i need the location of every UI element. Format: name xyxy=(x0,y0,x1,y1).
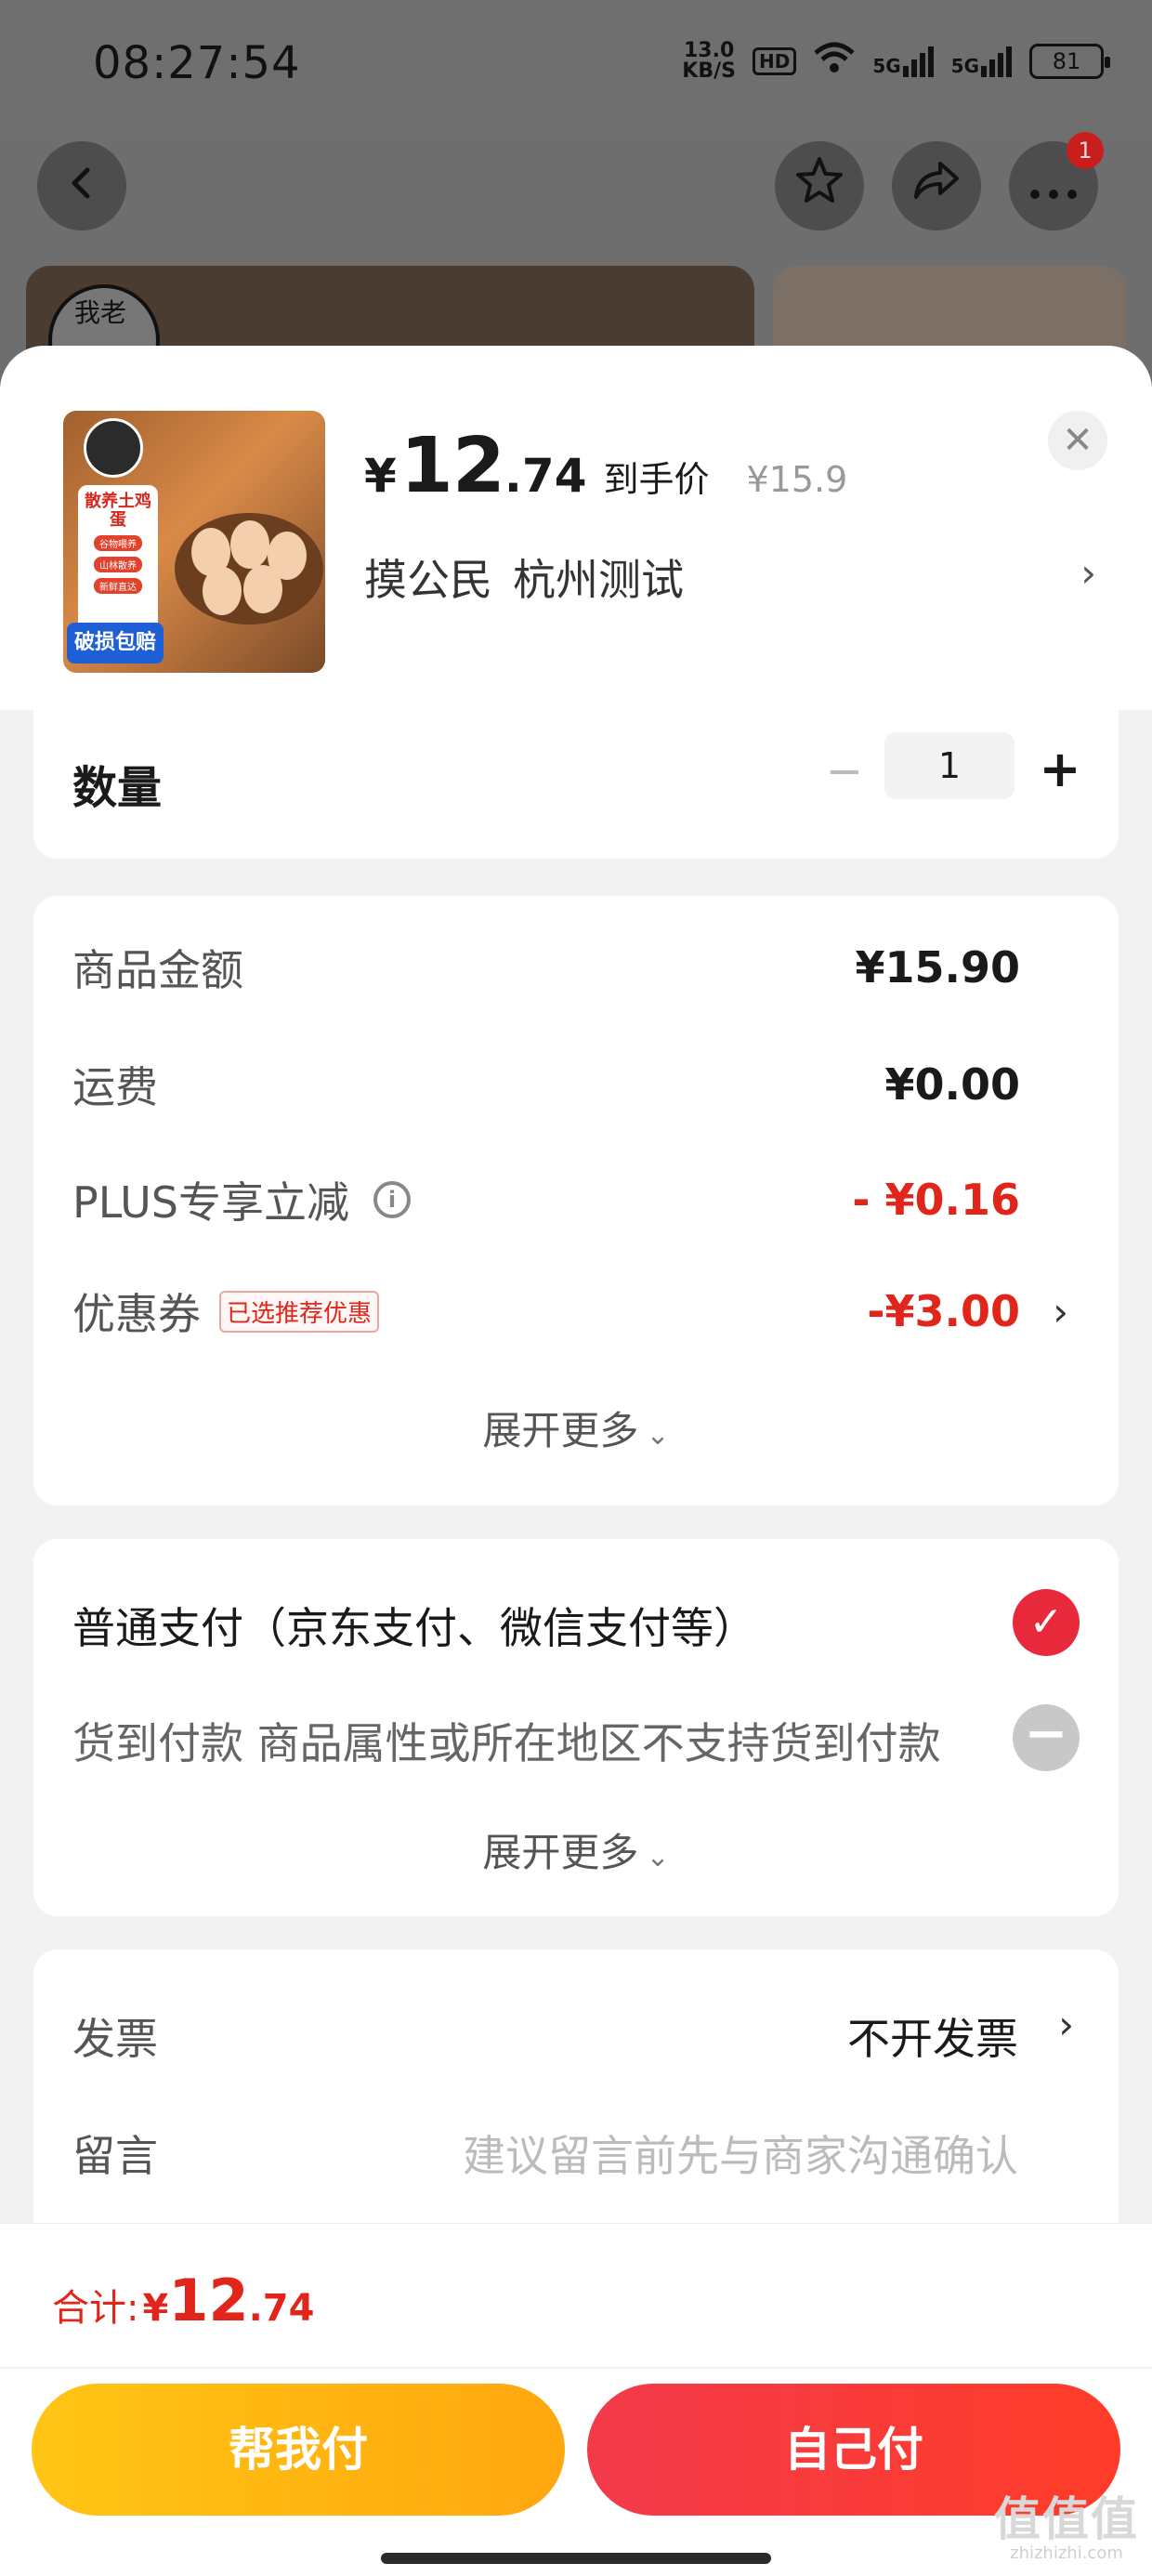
net-speed: 13.0 KB/S xyxy=(682,39,736,83)
quantity-increase-button[interactable]: + xyxy=(1037,740,1083,798)
check-icon[interactable]: ✓ xyxy=(1013,1589,1080,1656)
back-button[interactable] xyxy=(37,141,126,230)
invoice-label: 发票 xyxy=(72,2014,158,2064)
store-location: 杭州测试 xyxy=(513,555,684,605)
message-input[interactable]: 建议留言前先与商家沟通确认 xyxy=(463,2123,1018,2184)
expand-more-payment[interactable]: 展开更多 ⌄ xyxy=(33,1821,1119,1878)
wifi-icon xyxy=(813,42,856,81)
egg-basket xyxy=(175,513,323,624)
sheet-header: 散养土鸡蛋 谷物喂养 山林散养 新鲜直达 破损包赔 ¥ 12 .74 到手价 ¥… xyxy=(0,346,1152,710)
invoice-value[interactable]: 不开发票 xyxy=(847,2005,1018,2067)
payment-option-cod: 货到付款 商品属性或所在地区不支持货到付款 xyxy=(72,1718,941,1768)
status-icons: 13.0 KB/S HD 5G 5G 81 xyxy=(682,39,1110,83)
share-icon xyxy=(910,154,962,218)
watermark: 值值值 zhizhizhi.com xyxy=(994,2492,1139,2563)
home-indicator[interactable] xyxy=(381,2553,771,2564)
quantity-input[interactable]: 1 xyxy=(884,732,1015,799)
product-price: ¥ 12 .74 到手价 ¥15.9 xyxy=(364,422,848,510)
star-icon xyxy=(793,154,845,218)
status-time: 08:27:54 xyxy=(93,37,301,89)
checkout-footer: 合计: ¥ 12 .74 帮我付 自己付 值值值 zhizhizhi.com xyxy=(0,2223,1152,2576)
divider xyxy=(0,2367,1152,2369)
fee-row-plus-discount: PLUS专享立减 i - ¥0.16 xyxy=(72,1175,1020,1228)
chevron-right-icon: › xyxy=(1053,1288,1068,1334)
info-icon[interactable]: i xyxy=(373,1181,411,1218)
fee-row-coupon[interactable]: 优惠券 已选推荐优惠 -¥3.00 › xyxy=(72,1279,1080,1344)
notification-badge: 1 xyxy=(1067,132,1104,169)
chevron-down-icon: ⌄ xyxy=(646,1419,670,1452)
quantity-label: 数量 xyxy=(72,762,163,814)
close-icon[interactable]: ✕ xyxy=(1048,411,1107,470)
fee-card: 商品金额 ¥15.90 运费 ¥0.00 PLUS专享立减 i - ¥0.16 … xyxy=(33,896,1119,1505)
back-arrow-icon xyxy=(63,158,100,214)
damage-guarantee-badge: 破损包赔 xyxy=(67,623,164,664)
fee-row-goods: 商品金额 ¥15.90 xyxy=(72,942,1020,995)
share-button[interactable] xyxy=(892,141,981,230)
signal-5g-icon: 5G xyxy=(872,46,934,77)
message-label: 留言 xyxy=(72,2131,158,2181)
quantity-card: 数量 − 1 + xyxy=(33,710,1119,859)
store-name: 摸公民 xyxy=(364,555,492,605)
thumbnail-pill: 谷物喂养 xyxy=(94,535,142,551)
expand-more-fees[interactable]: 展开更多 ⌄ xyxy=(33,1400,1119,1456)
thumbnail-tag-title: 散养土鸡蛋 xyxy=(85,492,151,530)
thumbnail-logo xyxy=(84,418,143,478)
favorite-button[interactable] xyxy=(775,141,864,230)
payment-option-normal[interactable]: 普通支付（京东支付、微信支付等） xyxy=(72,1595,756,1656)
product-thumbnail: 散养土鸡蛋 谷物喂养 山林散养 新鲜直达 破损包赔 xyxy=(63,411,325,673)
payment-card: 普通支付（京东支付、微信支付等） ✓ 货到付款 商品属性或所在地区不支持货到付款… xyxy=(33,1539,1119,1916)
fee-row-shipping: 运费 ¥0.00 xyxy=(72,1059,1020,1112)
more-icon xyxy=(1028,158,1080,214)
status-bar: 08:27:54 13.0 KB/S HD 5G 5G 81 xyxy=(0,0,1152,139)
chevron-right-icon[interactable]: › xyxy=(1080,550,1096,596)
minus-circle-icon: − xyxy=(1013,1704,1080,1771)
invoice-card: 发票 不开发票 › 留言 建议留言前先与商家沟通确认 xyxy=(33,1950,1119,2266)
final-price-label: 到手价 xyxy=(603,459,710,500)
hd-icon: HD xyxy=(752,47,797,75)
pay-for-me-button[interactable]: 帮我付 xyxy=(32,2384,565,2516)
store-location-row[interactable]: 摸公民 杭州测试 xyxy=(364,546,684,608)
signal-5g-icon-2: 5G xyxy=(951,46,1013,77)
more-button[interactable]: 1 xyxy=(1009,132,1104,230)
thumbnail-pill: 山林散养 xyxy=(94,557,142,572)
coupon-selected-tag: 已选推荐优惠 xyxy=(219,1290,380,1333)
quantity-decrease-button[interactable]: − xyxy=(821,745,868,797)
chevron-down-icon: ⌄ xyxy=(646,1841,670,1873)
original-price: ¥15.9 xyxy=(746,459,848,500)
battery-icon: 81 xyxy=(1029,44,1110,79)
chevron-right-icon[interactable]: › xyxy=(1058,2002,1074,2047)
thumbnail-pill: 新鲜直达 xyxy=(94,578,142,594)
order-total: 合计: ¥ 12 .74 xyxy=(52,2267,315,2334)
